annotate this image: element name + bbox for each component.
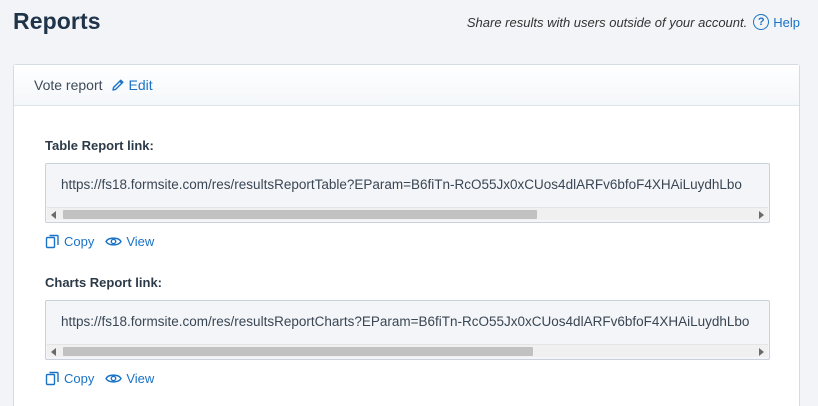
copy-icon <box>45 371 59 386</box>
table-report-url-box[interactable]: https://fs18.formsite.com/res/resultsRep… <box>45 163 770 223</box>
scroll-left-arrow-icon[interactable] <box>51 348 56 356</box>
eye-icon <box>105 237 123 246</box>
header-right: Share results with users outside of your… <box>467 14 800 30</box>
help-circle-icon: ? <box>753 14 770 30</box>
copy-label: Copy <box>64 371 95 386</box>
pencil-icon <box>111 79 123 91</box>
help-label: Help <box>773 14 800 30</box>
copy-icon <box>45 234 59 249</box>
page-title: Reports <box>13 8 101 34</box>
horizontal-scrollbar[interactable] <box>47 344 768 357</box>
edit-link[interactable]: Edit <box>111 77 153 93</box>
view-table-report-button[interactable]: View <box>105 234 154 249</box>
table-report-url[interactable]: https://fs18.formsite.com/res/resultsRep… <box>61 177 742 192</box>
copy-table-link-button[interactable]: Copy <box>45 234 94 249</box>
charts-report-section: Charts Report link: https://fs18.formsit… <box>45 275 770 386</box>
share-description: Share results with users outside of your… <box>466 14 748 30</box>
edit-label: Edit <box>128 77 153 93</box>
card-header: Vote report Edit <box>14 65 799 106</box>
report-name: Vote report <box>34 77 103 93</box>
charts-report-actions: Copy View <box>45 371 770 386</box>
scroll-right-arrow-icon[interactable] <box>759 211 764 219</box>
scroll-left-arrow-icon[interactable] <box>51 211 56 219</box>
scrollbar-thumb[interactable] <box>63 347 533 356</box>
horizontal-scrollbar[interactable] <box>47 207 768 220</box>
help-link[interactable]: ? Help <box>753 14 800 30</box>
report-card: Vote report Edit Table Report link: http… <box>13 64 800 406</box>
scroll-right-arrow-icon[interactable] <box>759 348 764 356</box>
table-report-actions: Copy View <box>45 234 770 249</box>
table-report-section: Table Report link: https://fs18.formsite… <box>45 138 770 249</box>
reports-page: Reports Share results with users outside… <box>0 0 818 406</box>
view-charts-report-button[interactable]: View <box>105 371 154 386</box>
charts-report-url[interactable]: https://fs18.formsite.com/res/resultsRep… <box>61 314 749 329</box>
view-label: View <box>126 371 155 386</box>
scrollbar-thumb[interactable] <box>63 210 537 219</box>
copy-label: Copy <box>64 234 95 249</box>
charts-report-label: Charts Report link: <box>45 275 163 290</box>
eye-icon <box>105 374 123 383</box>
view-label: View <box>126 234 155 249</box>
charts-report-url-box[interactable]: https://fs18.formsite.com/res/resultsRep… <box>45 300 770 360</box>
copy-charts-link-button[interactable]: Copy <box>45 371 94 386</box>
table-report-label: Table Report link: <box>45 138 154 153</box>
